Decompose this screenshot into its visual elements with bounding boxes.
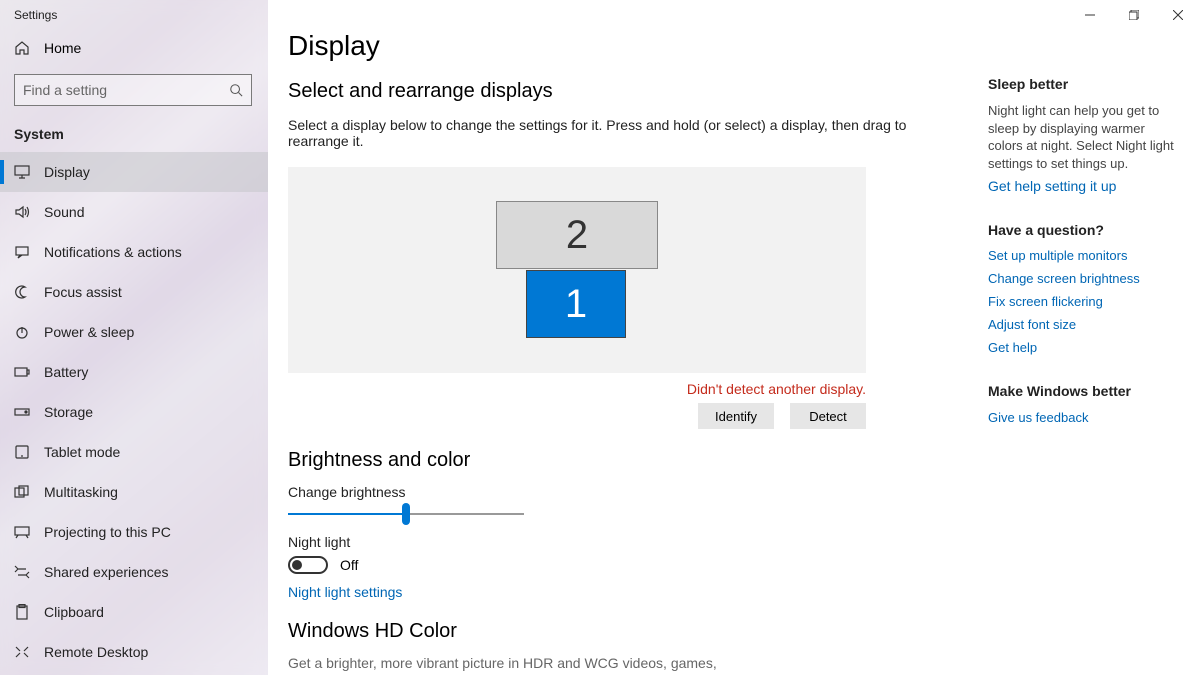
sidebar-item-label: Sound (44, 204, 84, 220)
window-title: Settings (0, 0, 268, 22)
night-light-toggle[interactable] (288, 556, 328, 574)
remote-desktop-icon (14, 644, 30, 660)
home-icon (14, 40, 30, 56)
section-label: System (0, 124, 268, 152)
sleep-better-text: Night light can help you get to sleep by… (988, 102, 1178, 172)
sidebar-item-tablet-mode[interactable]: Tablet mode (0, 432, 268, 472)
arrange-desc: Select a display below to change the set… (288, 117, 968, 149)
sidebar-item-storage[interactable]: Storage (0, 392, 268, 432)
close-button[interactable] (1156, 0, 1200, 30)
power-icon (14, 324, 30, 340)
link-font-size[interactable]: Adjust font size (988, 317, 1178, 332)
shared-icon (14, 564, 30, 580)
tablet-icon (14, 444, 30, 460)
sidebar-item-power-sleep[interactable]: Power & sleep (0, 312, 268, 352)
link-screen-flickering[interactable]: Fix screen flickering (988, 294, 1178, 309)
sidebar-item-label: Projecting to this PC (44, 524, 171, 540)
sidebar-item-sound[interactable]: Sound (0, 192, 268, 232)
toggle-state-label: Off (340, 557, 358, 573)
feedback-heading: Make Windows better (988, 383, 1178, 399)
display-arrange-canvas[interactable]: 2 1 (288, 167, 866, 373)
battery-icon (14, 364, 30, 380)
night-light-label: Night light (288, 534, 968, 550)
sidebar-item-label: Shared experiences (44, 564, 169, 580)
sidebar: Settings Home System Display Sound (0, 0, 268, 675)
sidebar-item-remote-desktop[interactable]: Remote Desktop (0, 632, 268, 672)
hd-color-heading: Windows HD Color (288, 620, 968, 643)
question-block: Have a question? Set up multiple monitor… (988, 222, 1178, 355)
projecting-icon (14, 524, 30, 540)
nav-list: Display Sound Notifications & actions Fo… (0, 152, 268, 672)
night-light-settings-link[interactable]: Night light settings (288, 584, 968, 600)
detect-button[interactable]: Detect (790, 403, 866, 429)
search-row (0, 74, 268, 124)
sound-icon (14, 204, 30, 220)
sidebar-item-battery[interactable]: Battery (0, 352, 268, 392)
sidebar-item-display[interactable]: Display (0, 152, 268, 192)
home-button[interactable]: Home (0, 22, 268, 74)
sleep-better-link[interactable]: Get help setting it up (988, 178, 1178, 194)
brightness-slider[interactable] (288, 504, 524, 524)
minimize-button[interactable] (1068, 0, 1112, 30)
sleep-better-block: Sleep better Night light can help you ge… (988, 76, 1178, 194)
feedback-block: Make Windows better Give us feedback (988, 383, 1178, 425)
search-icon (229, 83, 243, 97)
sidebar-item-label: Power & sleep (44, 324, 134, 340)
sidebar-item-projecting[interactable]: Projecting to this PC (0, 512, 268, 552)
sidebar-item-label: Clipboard (44, 604, 104, 620)
question-links: Set up multiple monitors Change screen b… (988, 248, 1178, 355)
change-brightness-label: Change brightness (288, 484, 968, 500)
monitor-1[interactable]: 1 (526, 270, 626, 338)
arrange-heading: Select and rearrange displays (288, 80, 968, 103)
main: Display Select and rearrange displays Se… (268, 0, 1200, 675)
slider-fill (288, 513, 406, 515)
content: Display Select and rearrange displays Se… (268, 0, 968, 675)
identify-button[interactable]: Identify (698, 403, 774, 429)
clipboard-icon (14, 604, 30, 620)
sidebar-item-label: Battery (44, 364, 88, 380)
link-multiple-monitors[interactable]: Set up multiple monitors (988, 248, 1178, 263)
sidebar-item-label: Notifications & actions (44, 244, 182, 260)
sleep-better-heading: Sleep better (988, 76, 1178, 92)
sidebar-item-label: Focus assist (44, 284, 122, 300)
titlebar-controls (1068, 0, 1200, 30)
right-panel: Sleep better Night light can help you ge… (968, 0, 1188, 675)
sidebar-item-label: Tablet mode (44, 444, 120, 460)
multitasking-icon (14, 484, 30, 500)
notifications-icon (14, 244, 30, 260)
sidebar-item-label: Multitasking (44, 484, 118, 500)
sidebar-item-notifications[interactable]: Notifications & actions (0, 232, 268, 272)
night-light-toggle-row: Off (288, 556, 968, 574)
sidebar-item-label: Storage (44, 404, 93, 420)
hd-color-desc: Get a brighter, more vibrant picture in … (288, 655, 968, 671)
sidebar-item-multitasking[interactable]: Multitasking (0, 472, 268, 512)
search-input[interactable] (23, 82, 229, 98)
sidebar-item-shared-experiences[interactable]: Shared experiences (0, 552, 268, 592)
home-label: Home (44, 40, 81, 56)
sidebar-item-label: Display (44, 164, 90, 180)
page-title: Display (288, 30, 968, 62)
sidebar-item-label: Remote Desktop (44, 644, 148, 660)
question-heading: Have a question? (988, 222, 1178, 238)
link-screen-brightness[interactable]: Change screen brightness (988, 271, 1178, 286)
storage-icon (14, 404, 30, 420)
feedback-link[interactable]: Give us feedback (988, 410, 1088, 425)
sidebar-item-focus-assist[interactable]: Focus assist (0, 272, 268, 312)
link-get-help[interactable]: Get help (988, 340, 1178, 355)
detect-warning: Didn't detect another display. (288, 381, 866, 397)
sidebar-item-clipboard[interactable]: Clipboard (0, 592, 268, 632)
slider-thumb[interactable] (402, 503, 410, 525)
maximize-button[interactable] (1112, 0, 1156, 30)
brightness-heading: Brightness and color (288, 449, 968, 472)
toggle-knob (292, 560, 302, 570)
search-box[interactable] (14, 74, 252, 106)
focus-assist-icon (14, 284, 30, 300)
display-icon (14, 164, 30, 180)
arrange-buttons: Identify Detect (288, 403, 866, 429)
monitor-2[interactable]: 2 (496, 201, 658, 269)
